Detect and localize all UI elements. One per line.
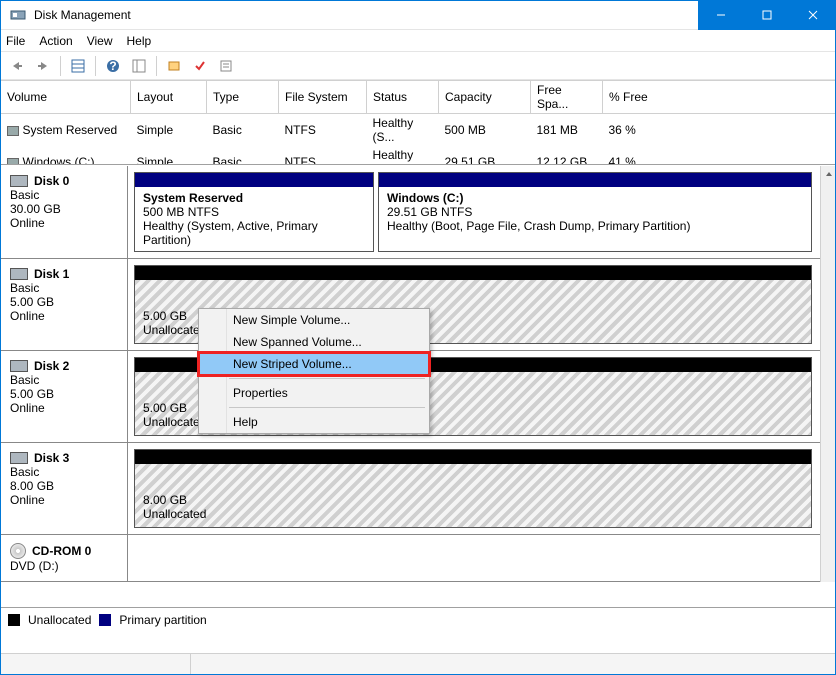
table-row[interactable]: System ReservedSimpleBasicNTFSHealthy (S… — [1, 114, 836, 147]
col-0[interactable]: Volume — [1, 81, 131, 114]
list-view-icon[interactable] — [128, 55, 150, 77]
context-menu-item[interactable]: New Spanned Volume... — [199, 331, 429, 353]
disk-name: CD-ROM 0 — [32, 544, 91, 558]
disk-name: Disk 1 — [34, 267, 69, 281]
volume-icon — [7, 158, 19, 165]
partition[interactable]: Windows (C:)29.51 GB NTFSHealthy (Boot, … — [378, 172, 812, 252]
partition-unallocated[interactable]: 8.00 GBUnallocated — [134, 449, 812, 528]
disk-row[interactable]: Disk 3Basic8.00 GBOnline8.00 GBUnallocat… — [0, 443, 820, 535]
volume-icon — [7, 126, 19, 136]
refresh-icon[interactable] — [163, 55, 185, 77]
context-menu-item[interactable]: Help — [199, 411, 429, 433]
close-button[interactable] — [790, 0, 836, 30]
help-icon[interactable]: ? — [102, 55, 124, 77]
disk-row[interactable]: CD-ROM 0DVD (D:) — [0, 535, 820, 582]
col-5[interactable]: Capacity — [439, 81, 531, 114]
col-2[interactable]: Type — [207, 81, 279, 114]
context-menu-item[interactable]: New Striped Volume... — [199, 353, 429, 375]
table-row[interactable]: Windows (C:)SimpleBasicNTFSHealthy (B...… — [1, 146, 836, 165]
properties-icon[interactable] — [215, 55, 237, 77]
legend: Unallocated Primary partition — [0, 607, 836, 631]
disk-row[interactable]: Disk 0Basic30.00 GBOnlineSystem Reserved… — [0, 166, 820, 259]
vertical-scrollbar[interactable] — [820, 166, 836, 582]
disk-icon — [10, 268, 28, 280]
scroll-up-icon[interactable] — [821, 166, 836, 182]
window-title: Disk Management — [34, 8, 698, 22]
col-1[interactable]: Layout — [131, 81, 207, 114]
menu-view[interactable]: View — [87, 34, 113, 48]
minimize-button[interactable] — [698, 0, 744, 30]
disk-name: Disk 3 — [34, 451, 69, 465]
table-view-icon[interactable] — [67, 55, 89, 77]
context-menu-item[interactable]: New Simple Volume... — [199, 309, 429, 331]
menu-action[interactable]: Action — [39, 34, 72, 48]
back-button[interactable] — [6, 55, 28, 77]
disk-management-icon — [10, 7, 26, 23]
maximize-button[interactable] — [744, 0, 790, 30]
statusbar — [0, 653, 836, 675]
col-6[interactable]: Free Spa... — [531, 81, 603, 114]
disk-name: Disk 0 — [34, 174, 69, 188]
disk-name: Disk 2 — [34, 359, 69, 373]
col-3[interactable]: File System — [279, 81, 367, 114]
menubar: File Action View Help — [0, 30, 836, 52]
check-icon[interactable] — [189, 55, 211, 77]
legend-unallocated: Unallocated — [28, 613, 91, 627]
svg-text:?: ? — [109, 59, 116, 73]
partition[interactable]: System Reserved500 MB NTFSHealthy (Syste… — [134, 172, 374, 252]
disk-icon — [10, 452, 28, 464]
legend-primary: Primary partition — [119, 613, 206, 627]
cd-icon — [10, 543, 26, 559]
swatch-primary — [99, 614, 111, 626]
disk-icon — [10, 175, 28, 187]
toolbar: ? — [0, 52, 836, 80]
forward-button[interactable] — [32, 55, 54, 77]
col-7[interactable]: % Free — [603, 81, 836, 114]
titlebar: Disk Management — [0, 0, 836, 30]
context-menu-item[interactable]: Properties — [199, 382, 429, 404]
menu-help[interactable]: Help — [127, 34, 152, 48]
volume-table[interactable]: VolumeLayoutTypeFile SystemStatusCapacit… — [0, 80, 836, 165]
menu-file[interactable]: File — [6, 34, 25, 48]
swatch-unallocated — [8, 614, 20, 626]
col-4[interactable]: Status — [367, 81, 439, 114]
disk-icon — [10, 360, 28, 372]
context-menu: New Simple Volume...New Spanned Volume..… — [198, 308, 430, 434]
